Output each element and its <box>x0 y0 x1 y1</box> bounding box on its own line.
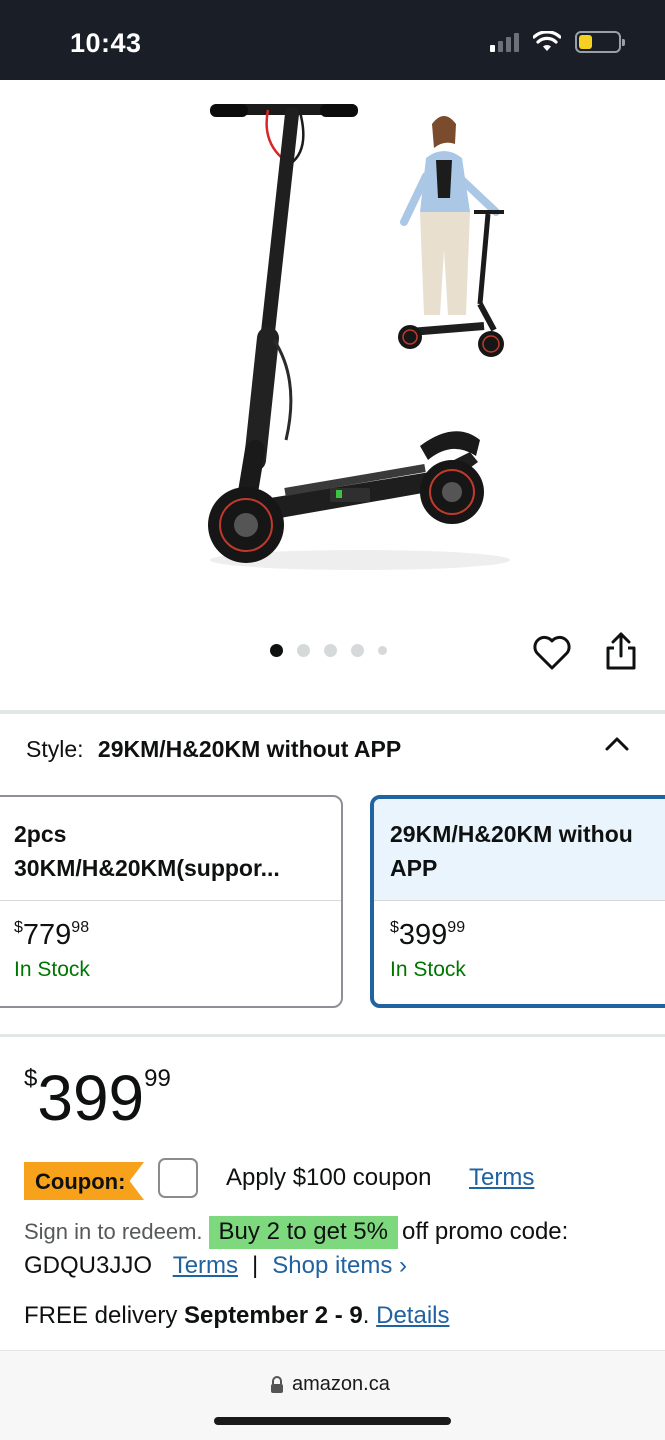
style-option-title: 2pcs 30KM/H&20KM(suppor... <box>0 797 341 900</box>
url-display[interactable]: amazon.ca <box>270 1373 390 1396</box>
lock-icon <box>271 1375 283 1393</box>
style-option-29kmh-selected[interactable]: 29KM/H&20KM withou APP $39999 In Stock <box>370 795 665 1008</box>
delivery-info: FREE delivery September 2 - 9. Details <box>24 1302 449 1330</box>
promo-code-line: GDQU3JJO Terms | Shop items › <box>24 1252 407 1280</box>
section-divider <box>0 710 665 714</box>
stock-status: In Stock <box>390 958 466 981</box>
product-image[interactable] <box>0 80 665 640</box>
main-price: $39999 <box>24 1066 171 1130</box>
wifi-icon <box>533 31 561 51</box>
currency-symbol: $ <box>14 919 23 936</box>
promo-code: GDQU3JJO <box>24 1252 153 1279</box>
product-image-gallery[interactable] <box>0 80 665 690</box>
delivery-details-link[interactable]: Details <box>376 1302 449 1329</box>
coupon-apply-text[interactable]: Apply $100 coupon <box>226 1164 432 1192</box>
battery-level <box>579 35 593 49</box>
style-option-title-line2: 30KM/H&20KM(suppor... <box>14 855 280 881</box>
currency-symbol: $ <box>24 1065 38 1092</box>
pagination-dot[interactable] <box>378 646 387 655</box>
status-icons <box>490 31 625 53</box>
sign-in-to-redeem[interactable]: Sign in to redeem. <box>24 1219 203 1244</box>
style-option-title-line2: APP <box>390 855 438 881</box>
coupon-checkbox[interactable] <box>158 1158 198 1198</box>
promo-line: Sign in to redeem. Buy 2 to get 5% off pro… <box>24 1216 569 1249</box>
promo-highlight: Buy 2 to get 5% <box>208 1216 398 1249</box>
pagination-dot[interactable] <box>270 644 283 657</box>
style-label: Style: <box>26 736 84 762</box>
battery-icon <box>575 31 625 53</box>
pagination-dot[interactable] <box>351 644 364 657</box>
style-value: 29KM/H&20KM without APP <box>97 736 402 762</box>
image-pagination-dots[interactable] <box>270 644 387 657</box>
price-whole: 399 <box>37 1062 145 1134</box>
price-whole: 779 <box>22 919 72 951</box>
status-time: 10:43 <box>70 28 142 58</box>
delivery-prefix: FREE delivery <box>24 1302 178 1329</box>
share-icon[interactable] <box>603 630 639 672</box>
price-fraction: 99 <box>447 919 466 936</box>
promo-text: off promo code: <box>402 1218 569 1245</box>
url-text: amazon.ca <box>292 1373 390 1395</box>
style-selector-header[interactable]: Style: 29KM/H&20KM without APP <box>26 736 401 763</box>
style-option-2pcs[interactable]: 2pcs 30KM/H&20KM(suppor... $77998 In Sto… <box>0 795 343 1008</box>
style-option-price: $39999 <box>374 901 665 952</box>
stock-status: In Stock <box>14 958 90 981</box>
section-divider <box>0 1034 665 1037</box>
delivery-dot: . <box>362 1302 370 1329</box>
style-option-title-line1: 2pcs <box>14 821 67 847</box>
chevron-up-icon[interactable] <box>603 733 631 753</box>
price-fraction: 98 <box>71 919 90 936</box>
coupon-badge: Coupon: <box>24 1162 144 1200</box>
home-indicator[interactable] <box>214 1417 451 1425</box>
coupon-terms-link[interactable]: Terms <box>469 1164 534 1192</box>
cellular-signal-icon <box>490 32 519 52</box>
pagination-dot[interactable] <box>297 644 310 657</box>
shop-items-link[interactable]: Shop items › <box>272 1252 407 1279</box>
pagination-dot[interactable] <box>324 644 337 657</box>
browser-url-bar[interactable]: amazon.ca <box>0 1350 665 1440</box>
delivery-dates: September 2 - 9 <box>184 1302 363 1329</box>
heart-icon[interactable] <box>531 632 573 674</box>
price-whole: 399 <box>398 919 448 951</box>
promo-terms-link[interactable]: Terms <box>173 1252 238 1279</box>
style-option-title: 29KM/H&20KM withou APP <box>374 799 665 900</box>
status-bar: 10:43 <box>0 0 665 80</box>
price-fraction: 99 <box>144 1065 171 1092</box>
separator: | <box>252 1252 259 1279</box>
currency-symbol: $ <box>390 919 399 936</box>
style-option-price: $77998 <box>0 901 341 952</box>
style-option-title-line1: 29KM/H&20KM withou <box>390 821 633 847</box>
